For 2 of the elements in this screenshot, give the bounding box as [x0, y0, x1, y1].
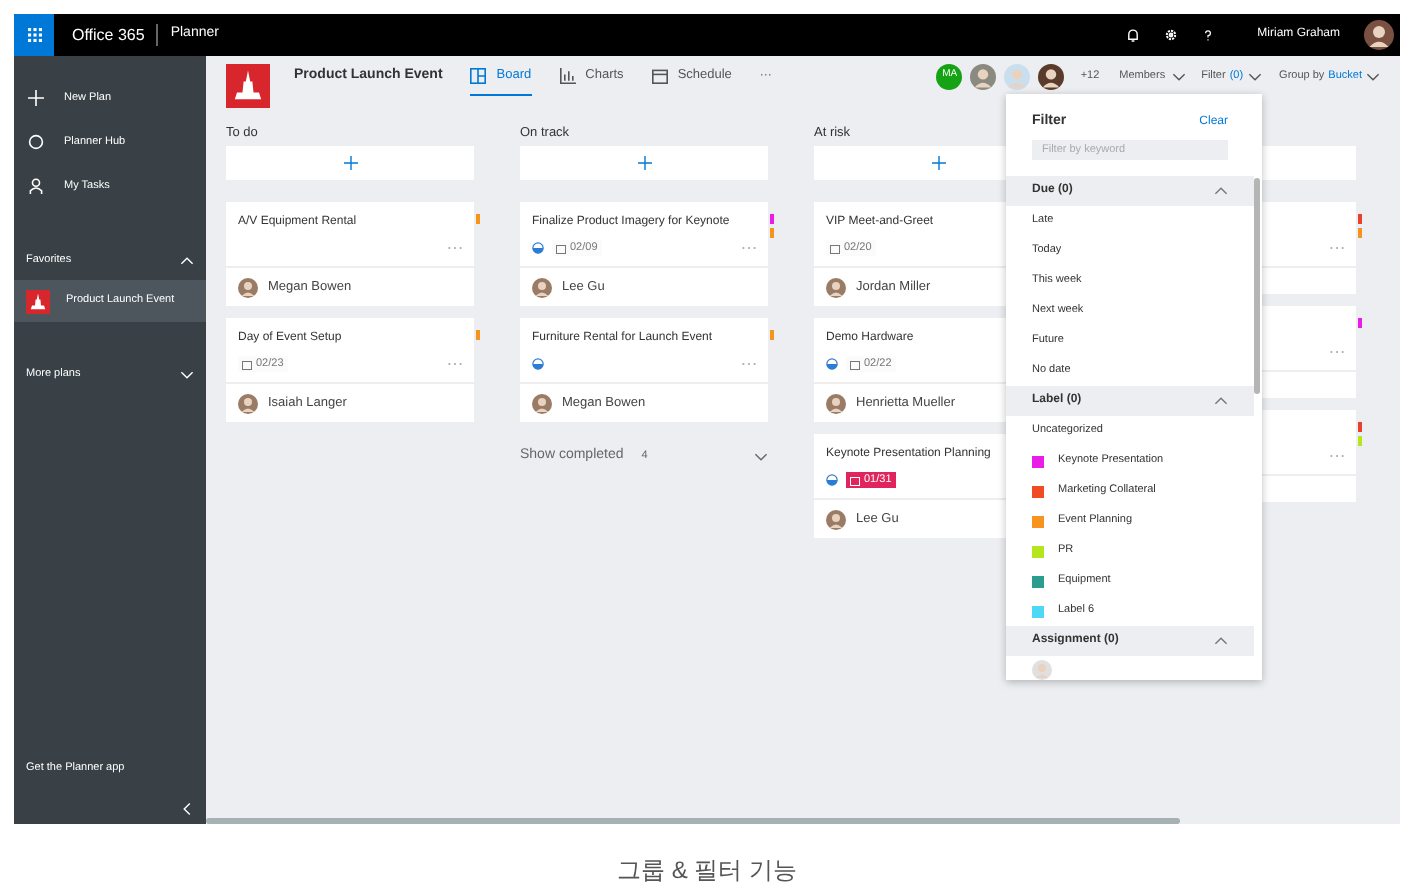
caption: 그룹 & 필터 기능: [616, 854, 797, 888]
suite-name: Office 365: [72, 23, 145, 47]
